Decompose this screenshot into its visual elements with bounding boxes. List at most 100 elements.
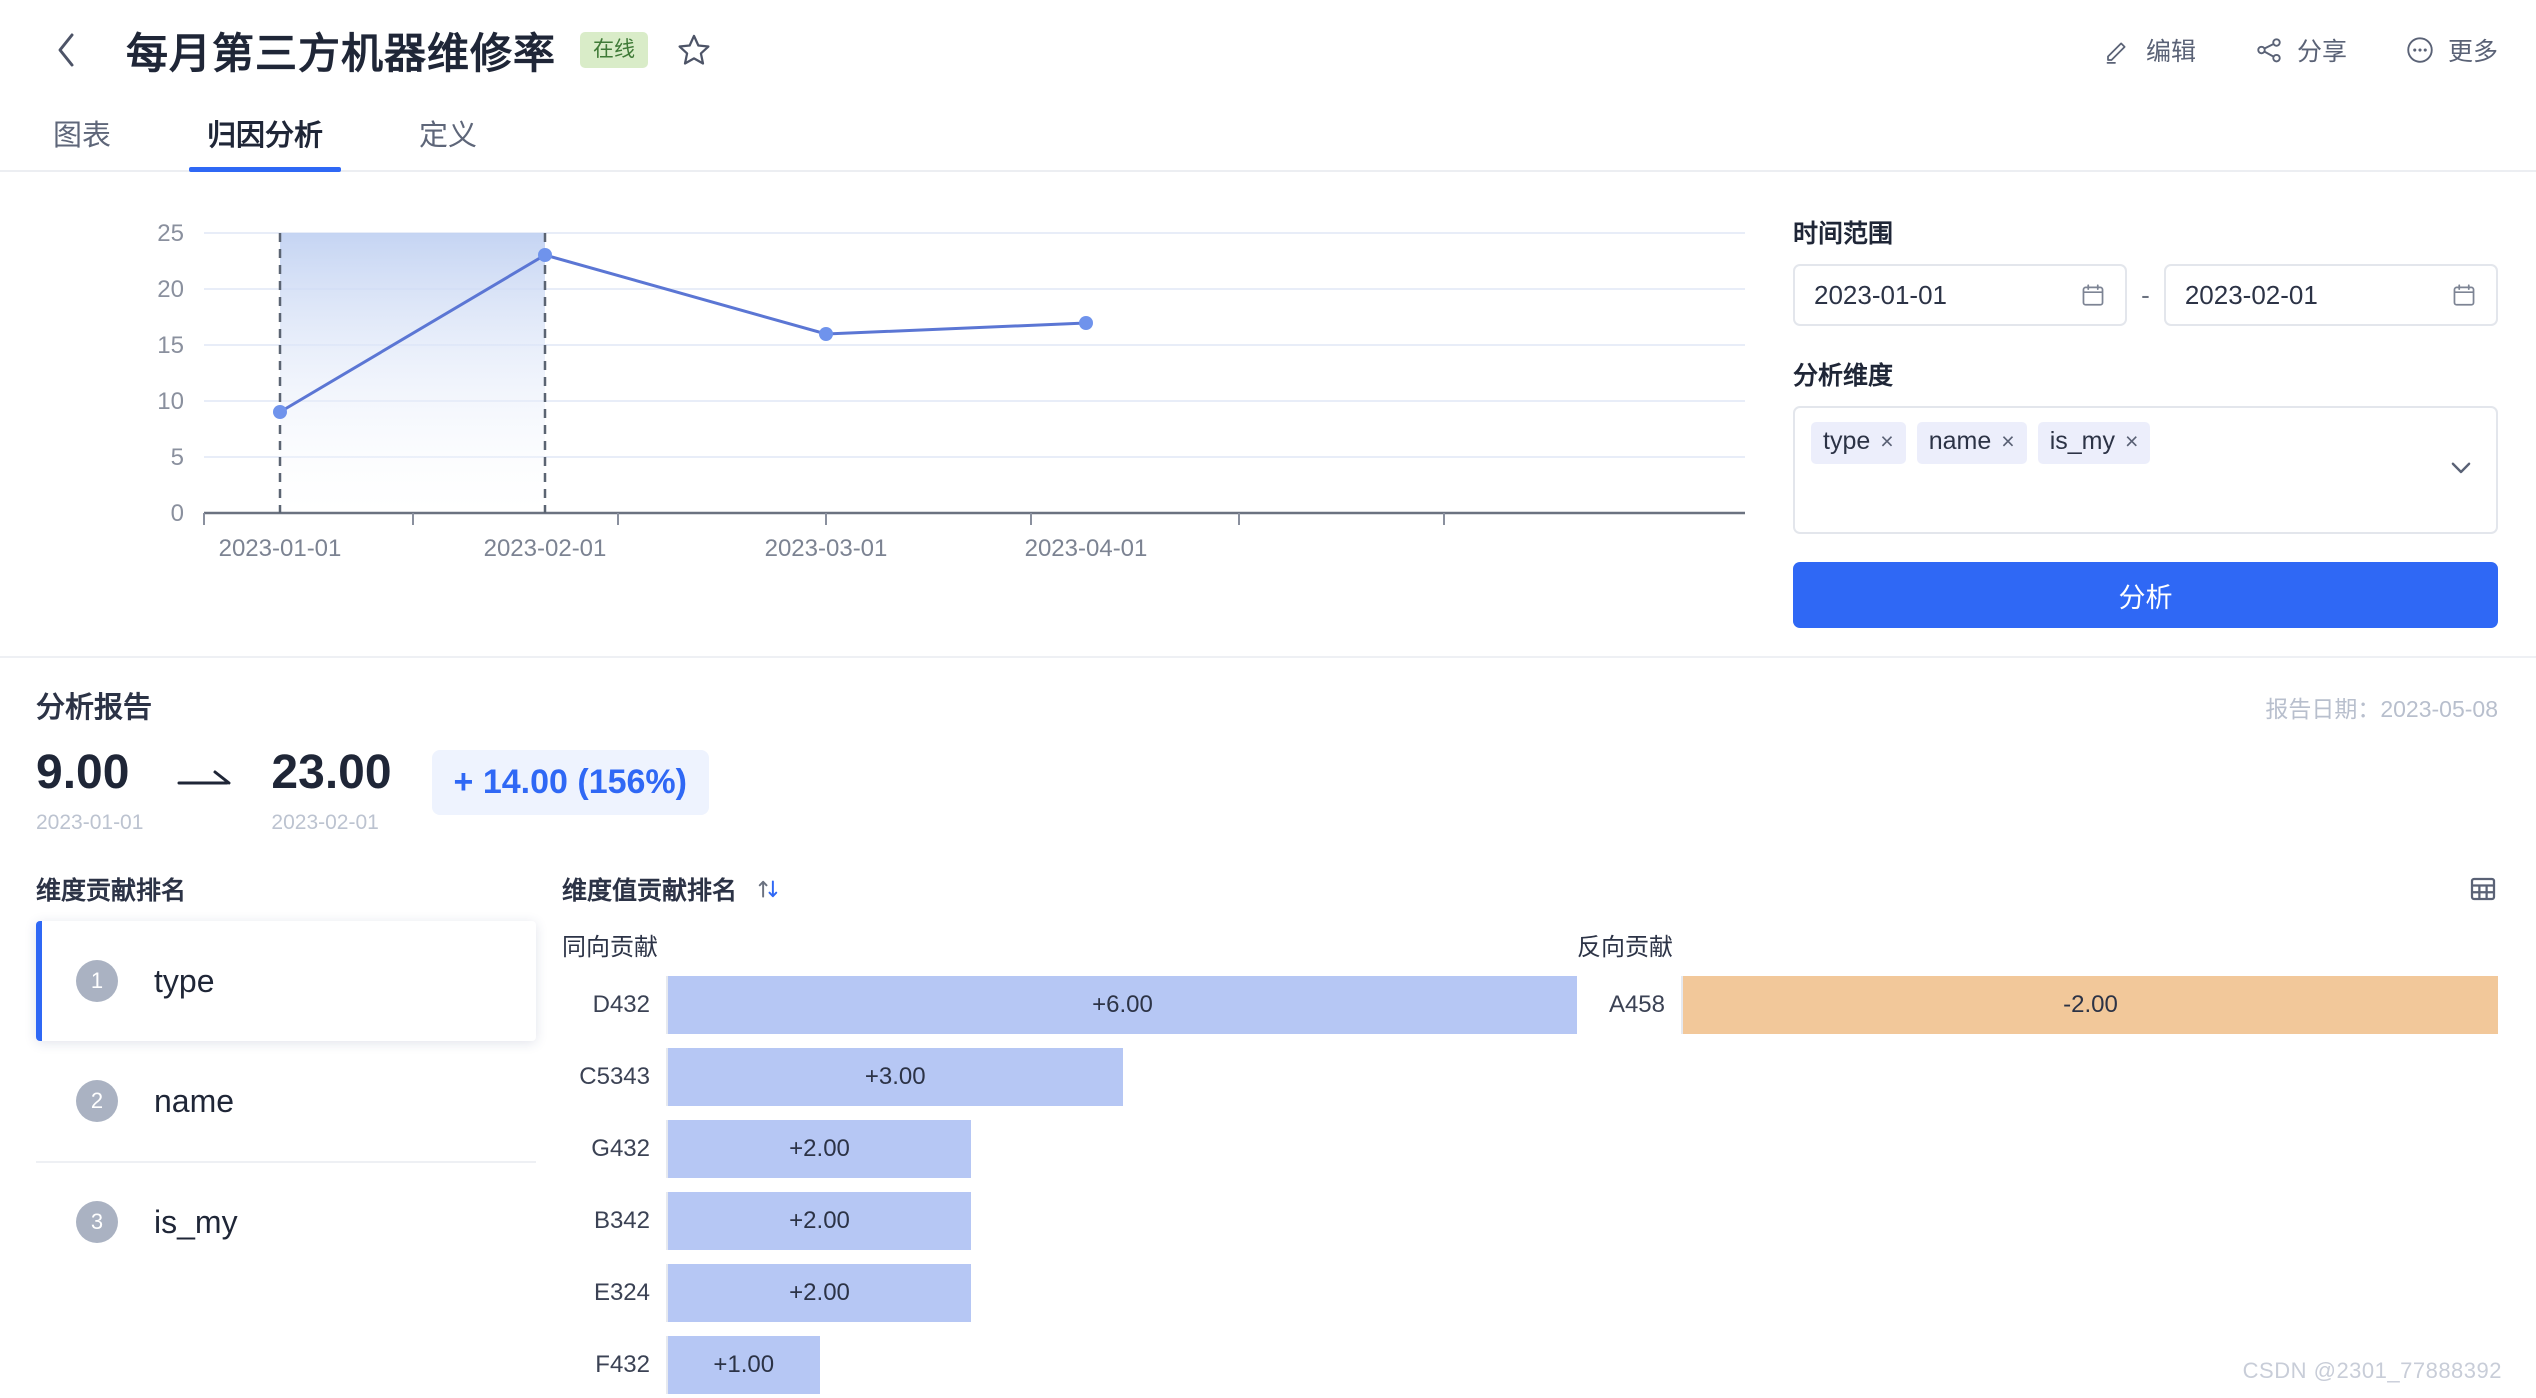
tab-bar: 图表 归因分析 定义 <box>0 100 2536 172</box>
bar-label: G432 <box>591 1135 650 1163</box>
app-header: 每月第三方机器维修率 在线 编辑 分享 更多 <box>0 0 2536 100</box>
summary-start: 9.00 2023-01-01 <box>36 747 144 835</box>
time-range-label: 时间范围 <box>1793 220 1894 248</box>
pencil-icon <box>2106 42 2126 64</box>
dimension-rank-item-type[interactable]: 1 type <box>36 921 536 1042</box>
dimension-ranking-panel: 维度贡献排名 1 type 2 name 3 is_my <box>36 871 536 1398</box>
dimension-tag-list: type × name × is_my × <box>1811 422 2480 464</box>
contribution-section: 维度贡献排名 1 type 2 name 3 is_my 维度值贡献排名 同向贡… <box>0 871 2536 1398</box>
svg-text:5: 5 <box>171 444 184 471</box>
bar-value: +2.00 <box>668 1120 972 1179</box>
svg-text:2023-04-01: 2023-04-01 <box>1025 535 1148 562</box>
report-date: 报告日期：2023-05-08 <box>2265 690 2498 724</box>
tag-remove-icon[interactable]: × <box>2125 428 2138 454</box>
dimension-rank-item-is-my[interactable]: 3 is_my <box>36 1161 536 1281</box>
back-button[interactable] <box>46 30 86 70</box>
trend-line-chart[interactable]: 25 20 15 10 5 0 2023-01-01 2023-02-01 20… <box>0 208 1745 568</box>
table-grid-icon[interactable] <box>2468 874 2498 904</box>
dimension-name: type <box>154 962 215 999</box>
tab-definition[interactable]: 定义 <box>401 112 495 170</box>
dimension-ranking-title-text: 维度贡献排名 <box>36 877 187 906</box>
edit-label: 编辑 <box>2145 38 2196 66</box>
positive-contribution-chart: 同向贡献 D432 +6.00 C5343 +3.00 G432 +2.00 B… <box>562 927 1577 1398</box>
bar-label: D432 <box>592 991 650 1019</box>
analyze-button[interactable]: 分析 <box>1793 562 2498 628</box>
share-button[interactable]: 分享 <box>2254 32 2347 68</box>
star-icon <box>678 34 710 65</box>
bar-value: +3.00 <box>668 1048 1123 1107</box>
tag-remove-icon[interactable]: × <box>2001 428 2014 454</box>
value-ranking-title-text: 维度值贡献排名 <box>562 877 738 906</box>
report-header: 分析报告 报告日期：2023-05-08 <box>36 684 2498 726</box>
bar-value: +1.00 <box>668 1336 820 1395</box>
end-value: 23.00 <box>271 746 392 799</box>
svg-text:0: 0 <box>171 500 184 527</box>
svg-text:10: 10 <box>157 388 184 415</box>
dimension-tag-type[interactable]: type × <box>1811 422 1906 464</box>
delta-badge: + 14.00 (156%) <box>431 750 709 815</box>
bar-value: +2.00 <box>668 1192 972 1251</box>
bar-label: C5343 <box>579 1063 650 1091</box>
contribution-bar-charts: 同向贡献 D432 +6.00 C5343 +3.00 G432 +2.00 B… <box>562 927 2498 1398</box>
bar-row[interactable]: G432 +2.00 <box>562 1120 1577 1179</box>
bar-row[interactable]: C5343 +3.00 <box>562 1048 1577 1107</box>
dimension-rank-item-name[interactable]: 2 name <box>36 1041 536 1161</box>
trend-line-chart-svg: 25 20 15 10 5 0 2023-01-01 2023-02-01 20… <box>157 220 1745 562</box>
dimension-label: 分析维度 <box>1793 362 1894 390</box>
bar-track: +3.00 <box>666 1048 1577 1107</box>
start-date-input[interactable]: 2023-01-01 <box>1793 264 2128 326</box>
chart-selection-band <box>280 233 545 513</box>
end-value-date: 2023-02-01 <box>271 811 379 835</box>
end-date-input[interactable]: 2023-02-01 <box>2163 264 2499 326</box>
dimension-name: is_my <box>154 1203 238 1240</box>
analysis-report: 分析报告 报告日期：2023-05-08 9.00 2023-01-01 23.… <box>0 658 2536 835</box>
bar-label: E324 <box>593 1279 650 1307</box>
date-range-row: 2023-01-01 - 2023-02-01 <box>1793 264 2499 326</box>
dimension-tag-name[interactable]: name × <box>1916 422 2027 464</box>
dimension-ranking-title: 维度贡献排名 <box>36 871 536 907</box>
favorite-button[interactable] <box>676 32 712 68</box>
share-label: 分享 <box>2296 38 2347 66</box>
tab-attribution-analysis[interactable]: 归因分析 <box>189 112 342 172</box>
svg-text:25: 25 <box>157 220 184 247</box>
svg-text:2023-03-01: 2023-03-01 <box>765 535 888 562</box>
watermark: CSDN @2301_77888392 <box>2242 1358 2502 1383</box>
negative-contribution-chart: 反向贡献 A458 -2.00 <box>1577 927 2498 1398</box>
bar-track: +2.00 <box>666 1264 1577 1323</box>
bar-track: +2.00 <box>666 1120 1577 1179</box>
header-actions: 编辑 分享 更多 <box>2103 32 2498 68</box>
bar-row[interactable]: F432 +1.00 <box>562 1336 1577 1395</box>
analysis-controls: 时间范围 2023-01-01 - 2023-02-01 分析维度 type ×… <box>1745 208 2499 628</box>
bar-label: F432 <box>595 1351 650 1379</box>
bar-label: B342 <box>593 1207 650 1235</box>
positive-contribution-title: 同向贡献 <box>562 934 658 962</box>
page-title: 每月第三方机器维修率 <box>126 29 557 77</box>
tag-remove-icon[interactable]: × <box>1880 428 1893 454</box>
bar-row[interactable]: A458 -2.00 <box>1577 976 2498 1035</box>
more-label: 更多 <box>2447 38 2498 66</box>
more-button[interactable]: 更多 <box>2405 32 2498 68</box>
sort-arrows-icon[interactable] <box>755 876 781 902</box>
start-value-date: 2023-01-01 <box>36 811 144 835</box>
dimension-tag-is-my[interactable]: is_my × <box>2037 422 2151 464</box>
bar-row[interactable]: E324 +2.00 <box>562 1264 1577 1323</box>
value-ranking-header: 维度值贡献排名 <box>562 871 2498 907</box>
svg-text:2023-02-01: 2023-02-01 <box>484 535 607 562</box>
dimension-select[interactable]: type × name × is_my × <box>1793 406 2498 534</box>
chevron-down-icon[interactable] <box>2446 453 2476 488</box>
edit-button[interactable]: 编辑 <box>2103 32 2196 68</box>
start-date-value: 2023-01-01 <box>1814 279 1947 310</box>
calendar-icon <box>2451 282 2477 308</box>
tag-label: name <box>1928 427 1992 455</box>
svg-text:2023-01-01: 2023-01-01 <box>219 535 342 562</box>
tab-charts[interactable]: 图表 <box>35 112 129 170</box>
trend-arrow-icon <box>177 748 237 797</box>
svg-text:20: 20 <box>157 276 184 303</box>
value-ranking-title: 维度值贡献排名 <box>562 871 781 907</box>
bar-row[interactable]: B342 +2.00 <box>562 1192 1577 1251</box>
dimension-name: name <box>154 1082 235 1119</box>
report-summary: 9.00 2023-01-01 23.00 2023-02-01 + 14.00… <box>36 746 2498 835</box>
bar-label: A458 <box>1608 991 1665 1019</box>
bar-track: +2.00 <box>666 1192 1577 1251</box>
bar-row[interactable]: D432 +6.00 <box>562 976 1577 1035</box>
